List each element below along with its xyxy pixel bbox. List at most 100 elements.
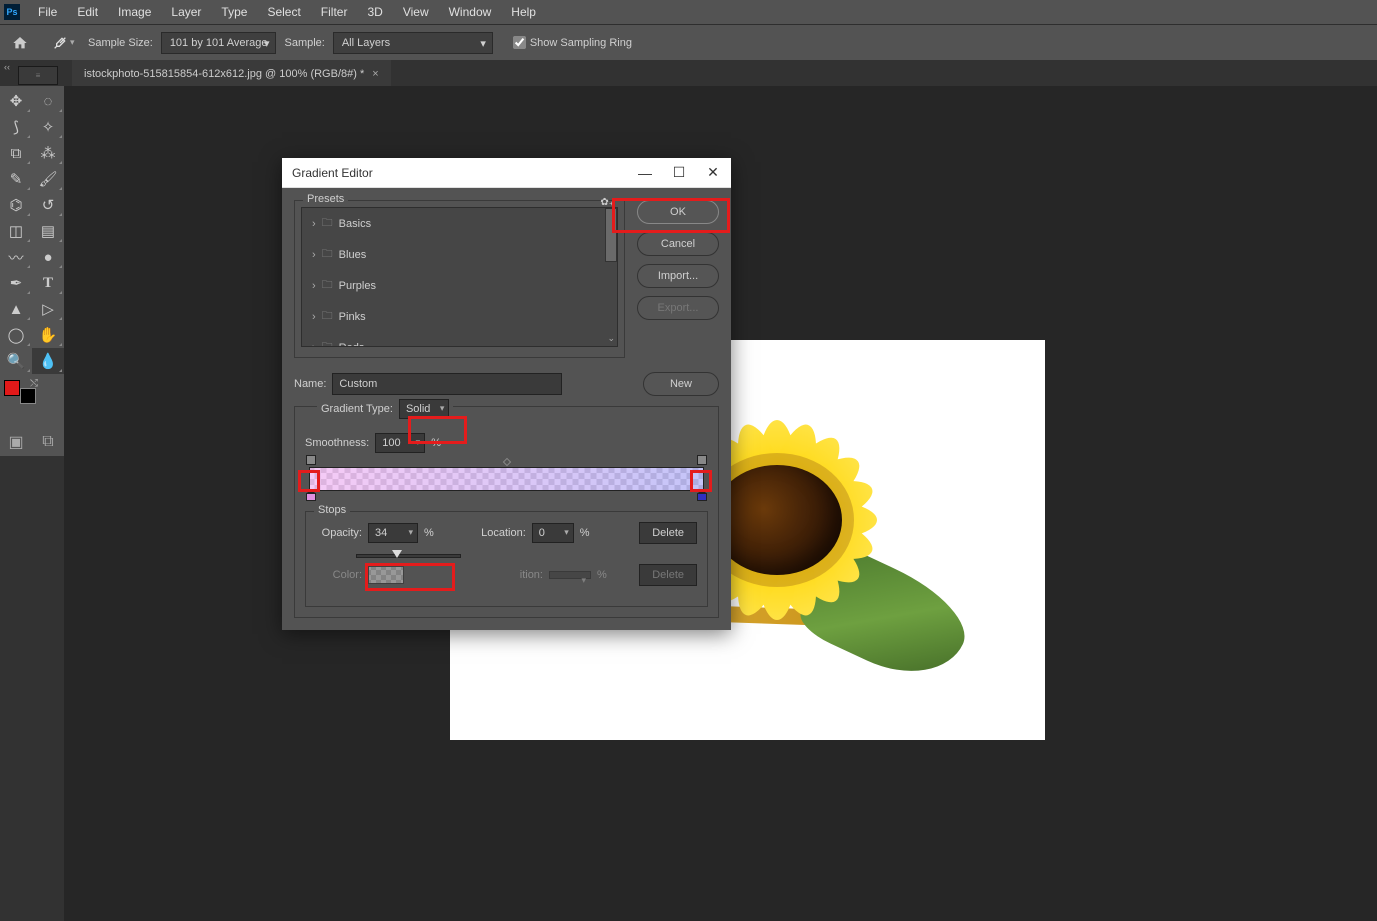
delete-color-stop-button: Delete [639,564,697,586]
options-bar: ▾ Sample Size: 101 by 101 Average Sample… [0,24,1377,60]
opacity-input[interactable]: 34 [368,523,418,543]
shape-tool[interactable]: ◯ [0,322,32,348]
delete-opacity-stop-button[interactable]: Delete [639,522,697,544]
eraser-tool[interactable]: ◫ [0,218,32,244]
history-brush-tool[interactable]: ↺ [32,192,64,218]
cancel-button[interactable]: Cancel [637,232,719,256]
new-button[interactable]: New [643,372,719,396]
preset-folder-purples[interactable]: ›🗀Purples [302,270,617,301]
screenmode-icon[interactable]: ⧉ [32,430,64,454]
app-icon: Ps [4,4,20,20]
ok-button[interactable]: OK [637,200,719,224]
document-tab-bar: istockphoto-515815854-612x612.jpg @ 100%… [0,60,1377,86]
document-tab[interactable]: istockphoto-515815854-612x612.jpg @ 100%… [72,60,391,86]
gradient-preview[interactable] [309,467,704,491]
preset-folder-basics[interactable]: ›🗀Basics [302,208,617,239]
menu-edit[interactable]: Edit [67,5,108,19]
sample-size-select[interactable]: 101 by 101 Average [161,32,277,54]
show-sampling-ring-label: Show Sampling Ring [530,37,632,49]
location-input[interactable]: 0 [532,523,574,543]
menu-filter[interactable]: Filter [311,5,358,19]
close-icon[interactable]: ✕ [705,165,721,181]
gradient-type-select[interactable]: Solid [399,399,449,419]
pen-tool[interactable]: ✒ [0,270,32,296]
chevron-right-icon: › [312,280,316,292]
preset-folder-reds[interactable]: ›🗀Reds [302,332,617,347]
folder-icon: 🗀 [322,307,333,326]
spot-heal-tool[interactable]: ✎ [0,166,32,192]
folder-icon: 🗀 [322,276,333,295]
menu-image[interactable]: Image [108,5,161,19]
collapsed-panel[interactable]: ≡ [18,66,58,85]
opacity-slider[interactable] [356,554,461,558]
folder-icon: 🗀 [322,214,333,233]
export-button[interactable]: Export... [637,296,719,320]
color-stop-right[interactable] [697,493,707,505]
dodge-tool[interactable]: ● [32,244,64,270]
color-swatches[interactable]: ⤭ [4,380,28,404]
chevron-right-icon: › [312,342,316,348]
lasso-tool[interactable]: ⟆ [0,114,32,140]
gradient-bar[interactable] [309,467,704,491]
name-input[interactable] [332,373,562,395]
quickmask-icon[interactable]: ▣ [0,430,32,454]
direct-select-tool[interactable]: ▷ [32,296,64,322]
background-color-swatch[interactable] [20,388,36,404]
minimize-icon[interactable]: — [637,165,653,181]
preset-list[interactable]: ›🗀Basics ›🗀Blues ›🗀Purples ›🗀Pinks ›🗀Red… [301,207,618,347]
location-label-disabled: ition: [497,569,543,581]
stops-label: Stops [314,504,350,516]
menu-layer[interactable]: Layer [161,5,211,19]
tool-indicator-eyedropper[interactable]: ▾ [48,31,80,55]
preset-folder-pinks[interactable]: ›🗀Pinks [302,301,617,332]
blur-tool[interactable]: 〰 [0,244,32,270]
dialog-title: Gradient Editor [292,166,373,180]
menu-3d[interactable]: 3D [357,5,392,19]
brush-tool[interactable]: 🖌 [32,166,64,192]
opacity-stop-right[interactable] [697,455,707,465]
slider-thumb[interactable] [392,550,402,558]
show-sampling-ring-check[interactable]: Show Sampling Ring [513,36,632,49]
opacity-stop-left[interactable] [306,455,316,465]
smoothness-input[interactable]: 100 [375,433,425,453]
menu-select[interactable]: Select [257,5,310,19]
eyedropper-tool[interactable]: ⁂ [32,140,64,166]
menu-view[interactable]: View [393,5,439,19]
gradient-tool[interactable]: ▤ [32,218,64,244]
menu-window[interactable]: Window [439,5,502,19]
show-sampling-ring-checkbox[interactable] [513,36,526,49]
clone-tool[interactable]: ⌬ [0,192,32,218]
hand-tool[interactable]: ✋ [32,322,64,348]
tab-close-icon[interactable]: × [372,68,378,80]
dialog-body: Presets ✿₊ ›🗀Basics ›🗀Blues ›🗀Purples ›🗀… [282,188,731,630]
zoom-tool[interactable]: 🔍 [0,348,32,374]
chevron-down-icon[interactable]: ⌄ [607,333,615,344]
sample-select[interactable]: All Layers [333,32,493,54]
expand-panel-icon[interactable]: ‹‹ [4,62,10,72]
maximize-icon[interactable]: ☐ [671,165,687,181]
folder-icon: 🗀 [322,245,333,264]
preset-folder-blues[interactable]: ›🗀Blues [302,239,617,270]
chevron-right-icon: › [312,218,316,230]
magic-wand-tool[interactable]: ✧ [32,114,64,140]
tool-palette: ✥◌ ⟆✧ ⧉⁂ ✎🖌 ⌬↺ ◫▤ 〰● ✒T ▲▷ ◯✋ 🔍💧 ⤭ ▣ ⧉ [0,86,64,456]
menu-help[interactable]: Help [501,5,546,19]
dialog-titlebar[interactable]: Gradient Editor — ☐ ✕ [282,158,731,188]
percent-label: % [580,527,590,539]
foreground-color-swatch[interactable] [4,380,20,396]
presets-label: Presets [303,193,348,205]
path-select-tool[interactable]: ▲ [0,296,32,322]
move-tool[interactable]: ✥ [0,88,32,114]
preset-scrollbar[interactable] [605,208,617,262]
crop-tool[interactable]: ⧉ [0,140,32,166]
marquee-tool[interactable]: ◌ [32,88,64,114]
midpoint-diamond[interactable] [502,458,510,466]
import-button[interactable]: Import... [637,264,719,288]
menu-file[interactable]: File [28,5,67,19]
home-button[interactable] [10,35,30,51]
type-tool[interactable]: T [32,270,64,296]
color-sampler-tool[interactable]: 💧 [32,348,64,374]
menu-type[interactable]: Type [211,5,257,19]
swap-colors-icon[interactable]: ⤭ [30,378,38,389]
color-label: Color: [316,569,362,581]
